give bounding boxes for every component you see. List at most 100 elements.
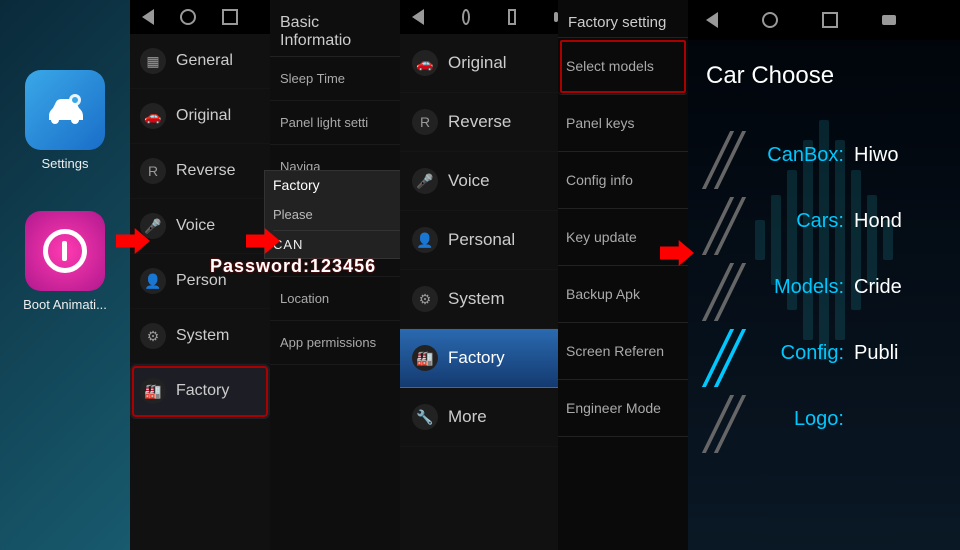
menu-label: More — [448, 407, 487, 427]
back-icon[interactable] — [142, 9, 154, 25]
menu-label: Factory — [448, 348, 505, 368]
row-config-info[interactable]: Config info — [558, 152, 688, 209]
status-bar — [688, 0, 960, 40]
car-choose-panel: Car Choose CanBox: Hiwo Cars: Hond Models:… — [688, 0, 960, 550]
row-select-models[interactable]: Select models — [558, 38, 688, 95]
row-key: Logo: — [760, 408, 844, 431]
menu-label: System — [176, 327, 229, 345]
row-cars[interactable]: Cars: Hond — [710, 196, 960, 246]
boot-animation-label: Boot Animati... — [23, 297, 107, 312]
recents-icon[interactable] — [822, 12, 838, 28]
password-annotation: Password:123456 — [210, 256, 376, 277]
slash-icon — [710, 197, 756, 245]
back-icon[interactable] — [412, 9, 424, 25]
car-icon: 🚗 — [140, 103, 166, 129]
home-icon[interactable] — [462, 9, 470, 25]
gear-icon: ⚙ — [140, 323, 166, 349]
dialog-prompt: Please — [273, 207, 405, 222]
menu-original[interactable]: 🚗 Original — [400, 34, 558, 93]
menu-system[interactable]: ⚙ System — [400, 270, 558, 329]
factory-settings-panel: Factory setting Select models Panel keys… — [558, 0, 688, 550]
settings-label: Settings — [42, 156, 89, 171]
menu-label: Original — [176, 107, 231, 125]
settings-app[interactable]: Settings — [25, 70, 105, 171]
menu-label: Personal — [448, 230, 515, 250]
row-app-permissions[interactable]: App permissions — [270, 321, 400, 365]
row-key: Cars: — [760, 210, 844, 233]
basic-info-panel: Basic Informatio Sleep Time Panel light … — [270, 0, 400, 550]
settings-icon — [25, 70, 105, 150]
menu-more[interactable]: 🔧 More — [400, 388, 558, 447]
mic-icon: 🎤 — [140, 213, 166, 239]
car-icon: 🚗 — [412, 50, 438, 76]
menu-personal[interactable]: 👤 Personal — [400, 211, 558, 270]
menu-factory[interactable]: 🏭 Factory — [400, 329, 558, 388]
person-icon: 👤 — [412, 227, 438, 253]
home-panel: Settings Boot Animati... — [0, 0, 130, 550]
back-icon[interactable] — [706, 12, 718, 28]
grid-icon: ▦ — [140, 48, 166, 74]
status-bar — [400, 0, 558, 34]
row-panel-keys[interactable]: Panel keys — [558, 95, 688, 152]
wrench-icon: 🔧 — [412, 404, 438, 430]
slash-icon — [710, 131, 756, 179]
recents-icon[interactable] — [222, 9, 238, 25]
settings-menu: ▦General 🚗Original RReverse 🎤Voice 👤Pers… — [130, 34, 270, 419]
page-title: Car Choose — [688, 40, 960, 100]
row-key: Config: — [760, 342, 844, 365]
car-config-list: CanBox: Hiwo Cars: Hond Models: Cride Confi… — [688, 100, 960, 444]
row-engineer-mode[interactable]: Engineer Mode — [558, 380, 688, 437]
menu-label: Original — [448, 53, 507, 73]
row-panel-light[interactable]: Panel light setti — [270, 101, 400, 145]
r-icon: R — [140, 158, 166, 184]
cancel-button[interactable]: CAN — [273, 230, 405, 252]
menu-label: Reverse — [176, 162, 236, 180]
slash-icon — [710, 329, 756, 377]
menu-label: Reverse — [448, 112, 511, 132]
row-canbox[interactable]: CanBox: Hiwo — [710, 130, 960, 180]
menu-general[interactable]: ▦ General — [130, 34, 270, 89]
menu-voice[interactable]: 🎤 Voice — [400, 152, 558, 211]
home-icon[interactable] — [762, 12, 778, 28]
menu-label: System — [448, 289, 505, 309]
gear-icon: ⚙ — [412, 286, 438, 312]
row-value: Publi — [854, 342, 898, 365]
row-models[interactable]: Models: Cride — [710, 262, 960, 312]
dialog-title: Factory — [273, 177, 405, 193]
settings-menu: 🚗 Original R Reverse 🎤 Voice 👤 Personal ⚙ Sys… — [400, 34, 558, 447]
person-icon: 👤 — [140, 268, 166, 294]
menu-original[interactable]: 🚗 Original — [130, 89, 270, 144]
slash-icon — [710, 263, 756, 311]
menu-reverse[interactable]: R Reverse — [130, 144, 270, 199]
row-value: Hond — [854, 210, 902, 233]
panel-header: Factory setting — [558, 0, 688, 38]
r-icon: R — [412, 109, 438, 135]
menu-system[interactable]: ⚙ System — [130, 309, 270, 364]
row-sleep-time[interactable]: Sleep Time — [270, 57, 400, 101]
home-icon[interactable] — [180, 9, 196, 25]
menu-reverse[interactable]: R Reverse — [400, 93, 558, 152]
row-backup-apk[interactable]: Backup Apk — [558, 266, 688, 323]
row-key: CanBox: — [760, 144, 844, 167]
row-config[interactable]: Config: Publi — [710, 328, 960, 378]
menu-factory[interactable]: 🏭 Factory — [130, 364, 270, 419]
mic-icon: 🎤 — [412, 168, 438, 194]
row-logo[interactable]: Logo: — [710, 394, 960, 444]
row-screen-reference[interactable]: Screen Referen — [558, 323, 688, 380]
factory-icon: 🏭 — [412, 345, 438, 371]
slash-icon — [710, 395, 756, 443]
menu-label: Voice — [448, 171, 490, 191]
boot-animation-app[interactable]: Boot Animati... — [23, 211, 107, 312]
row-key: Models: — [760, 276, 844, 299]
menu-label: Voice — [176, 217, 215, 235]
menu-label: General — [176, 52, 233, 70]
menu-label: Factory — [176, 382, 229, 400]
row-value: Hiwo — [854, 144, 898, 167]
settings-menu-panel-2: 🚗 Original R Reverse 🎤 Voice 👤 Personal ⚙ Sys… — [400, 0, 558, 550]
row-value: Cride — [854, 276, 902, 299]
recents-icon[interactable] — [508, 9, 516, 25]
panel-header: Basic Informatio — [270, 0, 400, 57]
screenshot-icon[interactable] — [882, 15, 896, 25]
row-location[interactable]: Location — [270, 277, 400, 321]
factory-icon: 🏭 — [140, 378, 166, 404]
